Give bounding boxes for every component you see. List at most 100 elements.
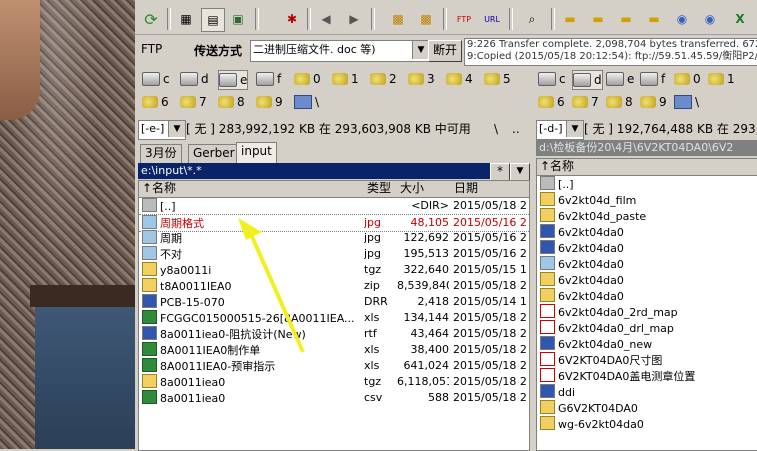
list-item[interactable]: ddi [537,384,757,400]
right-file-list[interactable]: ↑名称 [..] 6v2kt04d_film 6v2kt04d_paste 6v2kt… [536,158,757,451]
left-drive-5[interactable]: 5 [484,70,511,88]
table-row[interactable]: 不对 jpg 195,513 2015/05/16 2 [139,246,529,262]
pack-icon[interactable]: ▩ [387,8,409,30]
right-drive-d[interactable]: d [572,70,603,90]
left-drive-f[interactable]: f [256,70,281,88]
list-item[interactable]: 6v2kt04da0 [537,224,757,240]
left-drive-7[interactable]: 7 [180,93,207,111]
refresh-icon[interactable]: ⟳ [140,8,162,30]
tab-gerber[interactable]: Gerber [188,144,240,163]
left-drive-4[interactable]: 4 [446,70,473,88]
globe-1-icon[interactable]: ◉ [671,8,693,30]
table-row[interactable]: 8a0011iea0 tgz 6,118,051 2015/05/18 2 [139,374,529,390]
brief-view-icon[interactable]: ▦ [175,8,197,30]
list-item[interactable]: wg-6v2kt04da0 [537,416,757,432]
left-drive-2[interactable]: 2 [370,70,397,88]
table-row[interactable]: 8a0011iea0-阻抗设计(New) rtf 43,464 2015/05/18 … [139,326,529,342]
right-drive-c[interactable]: c [538,70,566,88]
left-drive-3[interactable]: 3 [408,70,435,88]
tab-input[interactable]: input [236,142,277,163]
right-drive-8[interactable]: 8 [606,93,633,111]
table-row[interactable]: 周期 jpg 122,692 2015/05/16 2 [139,230,529,246]
left-drive-6[interactable]: 6 [142,93,169,111]
folder-3-icon[interactable]: ▬ [615,8,637,30]
left-drive-e[interactable]: e [218,70,249,90]
left-file-list[interactable]: ↑名称 类型 大小 日期 [..] <DIR> 2015/05/18 2 周期格式 jp… [138,180,530,451]
right-drive-7[interactable]: 7 [572,93,599,111]
globe-2-icon[interactable]: ◉ [699,8,721,30]
right-current-path[interactable]: d:\检板备份20\4月\6V2KT04DA0\6V2 [536,140,757,156]
column-header-size[interactable]: 大小 [397,181,455,198]
list-item[interactable]: 6v2kt04d_film [537,192,757,208]
cell-text: 38,400 [410,343,450,356]
right-drive-0[interactable]: 0 [674,70,701,88]
left-drive-9[interactable]: 9 [256,93,283,111]
transfer-mode-select[interactable]: 二进制压缩文件. doc 等) ▼ [250,40,430,62]
list-item[interactable]: G6V2KT04DA0 [537,400,757,416]
chevron-down-icon[interactable]: ▼ [168,121,185,137]
detailed-view-icon[interactable]: ▤ [201,8,225,32]
folder-4-icon[interactable]: ▬ [643,8,665,30]
thumbnail-view-icon[interactable]: ▣ [227,8,249,30]
left-drive-1[interactable]: 1 [332,70,359,88]
table-row[interactable]: 8a0011iea0 csv 588 2015/05/18 2 [139,390,529,406]
drive-letter: f [661,72,666,86]
list-item[interactable]: 6v2kt04d_paste [537,208,757,224]
list-item[interactable]: 6v2kt04da0 [537,256,757,272]
url-icon[interactable]: URL [481,8,503,30]
table-row[interactable]: [..] <DIR> 2015/05/18 2 [139,198,529,214]
history-star-button[interactable]: * [490,163,510,181]
find-icon[interactable]: ⌕ [521,8,543,30]
table-row[interactable]: 8A0011IEA0-预审指示 xls 641,024 2015/05/18 2 [139,358,529,374]
right-drive-e[interactable]: e [606,70,634,88]
right-drive-9[interactable]: 9 [640,93,667,111]
column-header-date[interactable]: 日期 [451,181,529,198]
list-item[interactable]: 6v2kt04da0 [537,272,757,288]
right-drive-network[interactable]: \ [674,93,699,111]
invert-selection-icon[interactable]: ✱ [281,8,303,30]
folder-drive-icon [142,96,158,108]
forward-icon[interactable]: ▶ [343,8,365,30]
left-current-path[interactable]: e:\input\*.* [138,163,491,179]
list-item[interactable]: 6v2kt04da0 [537,288,757,304]
left-drive-network[interactable]: \ [294,93,319,111]
folder-1-icon[interactable]: ▬ [559,8,581,30]
left-drive-8[interactable]: 8 [218,93,245,111]
unpack-icon[interactable]: ▩ [415,8,437,30]
disconnect-button[interactable]: 断开 [428,40,462,62]
column-header-type[interactable]: 类型 [364,181,401,198]
left-drive-d[interactable]: d [180,70,209,88]
left-drive-select[interactable]: [-e-] ▼ [138,120,186,140]
excel-icon[interactable]: X [729,8,751,30]
chevron-down-icon[interactable]: ▼ [412,41,429,59]
root-button[interactable]: \ [494,120,504,138]
back-icon[interactable]: ◀ [315,8,337,30]
parent-dir-button[interactable]: .. [512,120,526,138]
column-header-name[interactable]: ↑名称 [537,159,757,176]
table-row[interactable]: y8a0011i tgz 322,640 2015/05/15 1 [139,262,529,278]
list-item[interactable]: 6V2KT04DA0尺寸图 [537,352,757,368]
list-item[interactable]: 6v2kt04da0_drl_map [537,320,757,336]
list-item[interactable]: 6v2kt04da0_2rd_map [537,304,757,320]
list-item[interactable]: 6v2kt04da0_new [537,336,757,352]
table-row[interactable]: FCGGC015000515-26[8A0011IEA... xls 134,144… [139,310,529,326]
history-dropdown-button[interactable]: ▼ [510,163,530,181]
column-header-name[interactable]: ↑名称 [139,181,368,198]
table-row[interactable]: PCB-15-070 DRR 2,418 2015/05/14 1 [139,294,529,310]
right-drive-1[interactable]: 1 [708,70,735,88]
right-drive-select[interactable]: [-d-] ▼ [536,120,584,140]
ftp-connect-icon[interactable]: FTP [453,8,475,30]
right-drive-6[interactable]: 6 [538,93,565,111]
tab-3yue[interactable]: 3月份 [140,144,182,163]
cell-name: 6v2kt04d_film [540,192,756,208]
right-drive-f[interactable]: f [640,70,665,88]
chevron-down-icon[interactable]: ▼ [566,121,583,137]
folder-2-icon[interactable]: ▬ [587,8,609,30]
list-item[interactable]: 6v2kt04da0 [537,240,757,256]
table-row[interactable]: t8A0011IEA0 zip 8,539,840 2015/05/18 2 [139,278,529,294]
left-drive-0[interactable]: 0 [294,70,321,88]
list-item[interactable]: [..] [537,176,757,192]
table-row[interactable]: 8A0011IEA0制作单 xls 38,400 2015/05/18 2 [139,342,529,358]
list-item[interactable]: 6V2KT04DA0盖电测章位置 [537,368,757,384]
left-drive-c[interactable]: c [142,70,170,88]
